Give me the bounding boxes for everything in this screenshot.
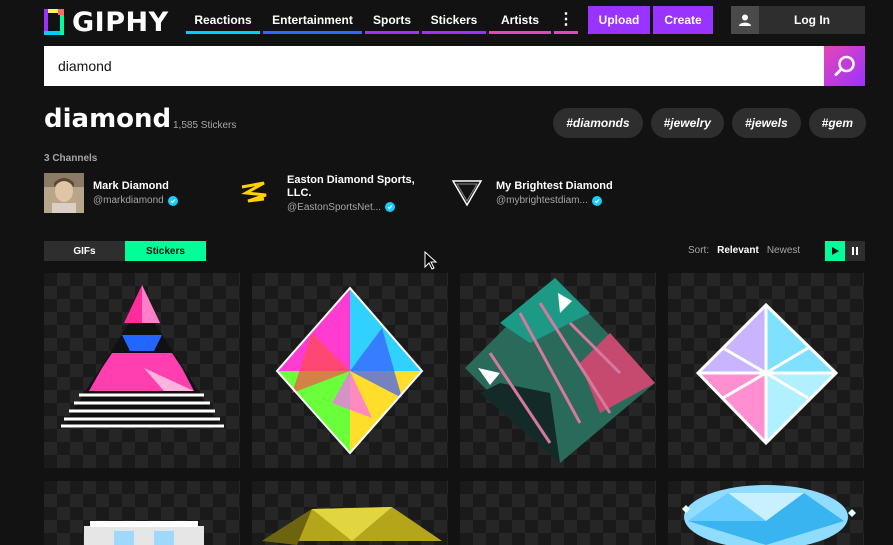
stickers-tab[interactable]: Stickers (125, 241, 206, 261)
play-button[interactable] (825, 241, 845, 261)
channel-easton[interactable]: Easton Diamond Sports, LLC. @EastonSport… (238, 173, 417, 213)
media-type-toggle: GIFs Stickers (44, 241, 206, 261)
tag-gem[interactable]: #gem (808, 108, 866, 138)
sticker-rainbow-diamond[interactable] (252, 273, 448, 468)
verified-icon (167, 195, 178, 206)
pause-icon (852, 247, 858, 255)
sort-label: Sort: (688, 245, 710, 256)
avatar (44, 173, 84, 213)
sticker-blue-diamond[interactable] (668, 481, 864, 545)
sticker-pyramid[interactable] (44, 273, 240, 468)
channel-handle: @EastonSportsNet... (287, 201, 382, 213)
play-icon (832, 247, 839, 255)
verified-icon (385, 202, 396, 212)
result-count: 1,585 Stickers (173, 120, 237, 131)
sort-options: Sort: Relevant Newest (688, 245, 808, 256)
tag-diamonds[interactable]: #diamonds (553, 108, 643, 138)
tag-jewels[interactable]: #jewels (731, 108, 801, 138)
nav-reactions[interactable]: Reactions (186, 6, 260, 34)
sort-relevant[interactable]: Relevant (717, 245, 759, 256)
sticker-pixel-diamond[interactable] (44, 481, 240, 545)
main-nav: Reactions Entertainment Sports Stickers … (186, 6, 578, 34)
verified-icon (591, 195, 602, 206)
sticker-yellow-diamond[interactable] (252, 481, 448, 545)
tag-jewelry[interactable]: #jewelry (650, 108, 724, 138)
logo-text: GIPHY (72, 6, 169, 38)
login-button[interactable]: Log In (731, 6, 865, 34)
search-input[interactable] (44, 46, 824, 86)
create-button[interactable]: Create (653, 6, 713, 34)
avatar (447, 173, 487, 213)
channel-handle: @markdiamond (93, 195, 164, 206)
user-icon (731, 6, 759, 34)
channel-name: Mark Diamond (93, 180, 169, 192)
related-tags: #diamonds #jewelry #jewels #gem (545, 108, 866, 138)
channel-mark-diamond[interactable]: Mark Diamond @markdiamond (44, 173, 178, 213)
giphy-logo-icon (44, 9, 66, 35)
pause-button[interactable] (845, 241, 865, 261)
sticker-tile[interactable] (460, 481, 656, 545)
nav-more-button[interactable]: ⋮ (554, 6, 578, 34)
page-title: diamond (44, 104, 172, 134)
sort-newest[interactable]: Newest (767, 245, 800, 256)
giphy-logo[interactable]: GIPHY (44, 6, 169, 38)
avatar (238, 173, 278, 213)
nav-stickers[interactable]: Stickers (422, 6, 486, 34)
nav-sports[interactable]: Sports (365, 6, 419, 34)
channel-my-brightest-diamond[interactable]: My Brightest Diamond @mybrightestdiam... (447, 173, 621, 213)
search-icon (834, 55, 855, 76)
channel-name: My Brightest Diamond (496, 180, 613, 192)
search-button[interactable] (824, 46, 865, 86)
nav-artists[interactable]: Artists (489, 6, 551, 34)
gifs-tab[interactable]: GIFs (44, 241, 125, 261)
search-bar (44, 46, 865, 86)
upload-button[interactable]: Upload (588, 6, 650, 34)
channels-label: 3 Channels (44, 153, 98, 164)
mouse-cursor-icon (424, 251, 438, 270)
sticker-pattern-diamond[interactable] (460, 273, 656, 468)
sticker-pastel-diamond[interactable] (668, 273, 864, 468)
channel-handle: @mybrightestdiam... (496, 195, 588, 206)
login-label: Log In (794, 13, 830, 27)
nav-entertainment[interactable]: Entertainment (263, 6, 362, 34)
channel-name: Easton Diamond Sports, LLC. (287, 173, 415, 199)
